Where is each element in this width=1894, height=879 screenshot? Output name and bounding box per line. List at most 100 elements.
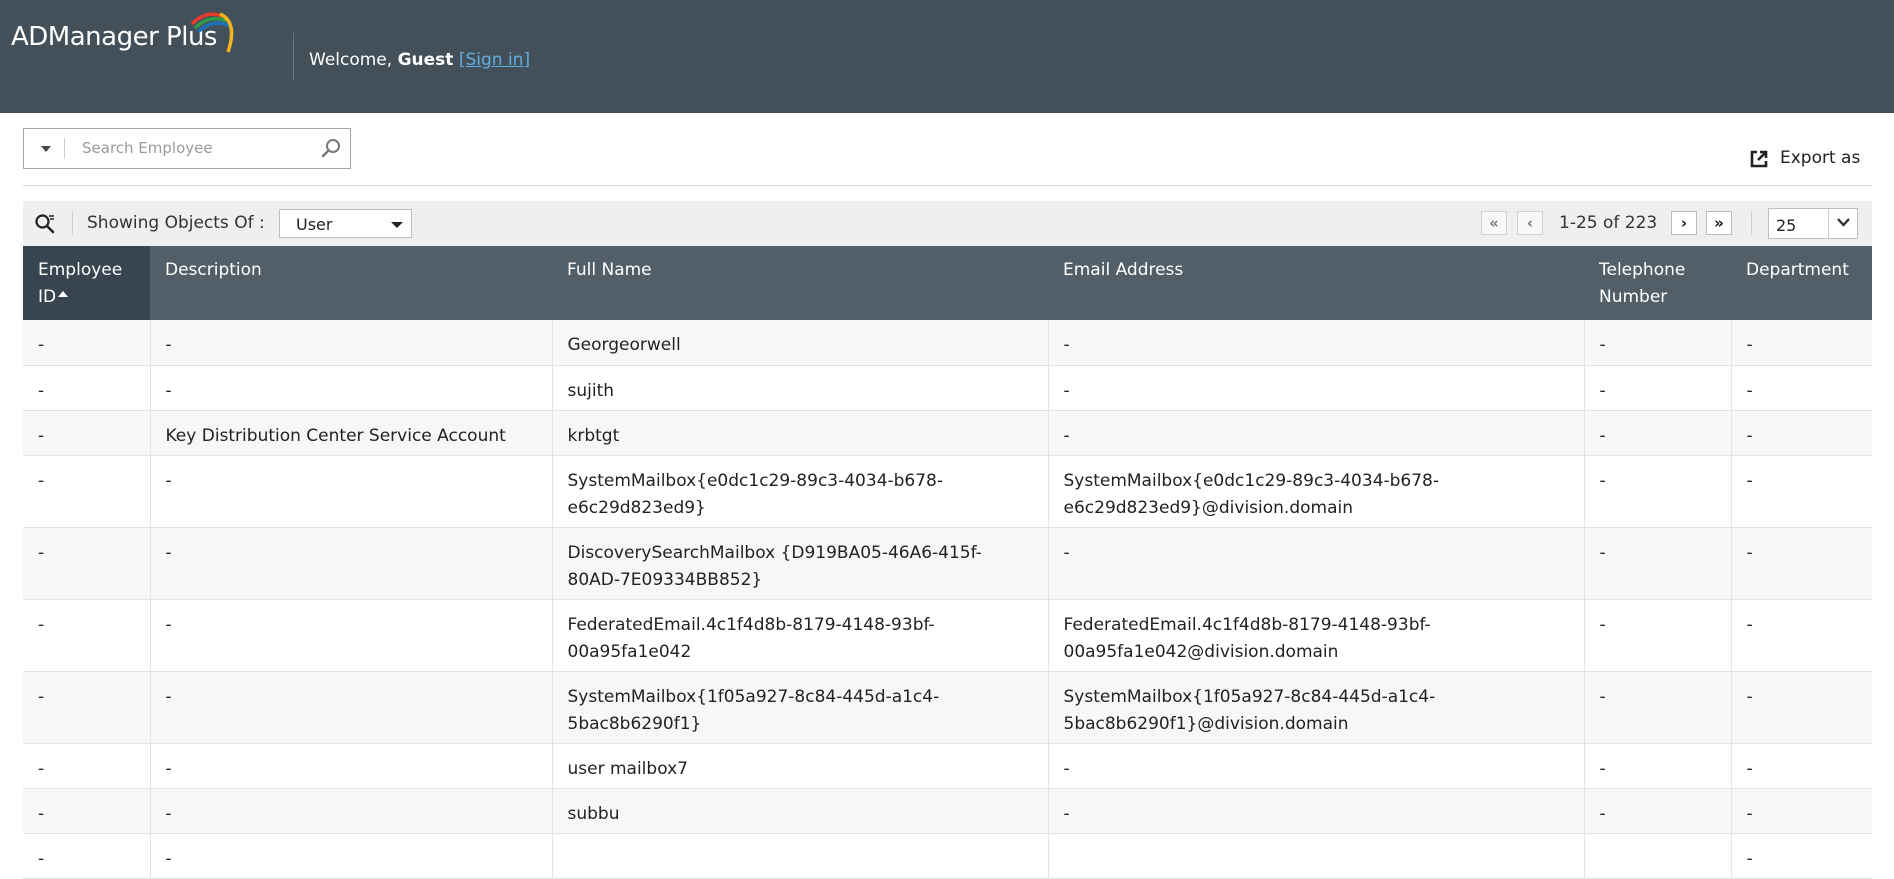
table-row[interactable]: - - -: [23, 833, 1872, 879]
column-label: Department: [1746, 260, 1849, 280]
cell-email-address: -: [1047, 320, 1584, 366]
employee-table: Employee ID Description Full Name Email …: [23, 246, 1872, 879]
cell-telephone: [1583, 833, 1731, 879]
table-row[interactable]: - Key Distribution Center Service Accoun…: [23, 410, 1872, 456]
column-label: Description: [165, 260, 262, 280]
column-header-description[interactable]: Description: [150, 246, 552, 320]
double-chevron-left-icon: «: [1489, 214, 1499, 232]
chevron-down-icon: [1837, 218, 1850, 227]
export-label: Export as: [1780, 148, 1861, 168]
cell-employee-id: -: [23, 410, 150, 456]
column-header-email-address[interactable]: Email Address: [1048, 246, 1584, 320]
section-divider: [23, 185, 1872, 186]
cell-employee-id: -: [23, 833, 150, 879]
search-divider: [64, 138, 65, 159]
cell-description: -: [149, 527, 552, 600]
column-header-employee-id[interactable]: Employee ID: [23, 246, 150, 320]
cell-department: -: [1730, 743, 1872, 789]
export-icon: [1750, 150, 1768, 168]
cell-description: -: [149, 320, 552, 366]
cell-description: -: [149, 599, 552, 672]
search-filter-icon[interactable]: [34, 213, 56, 235]
cell-description: -: [149, 743, 552, 789]
toolbar-divider: [1751, 211, 1752, 235]
cell-description: -: [149, 833, 552, 879]
cell-description: Key Distribution Center Service Account: [149, 410, 552, 456]
cell-telephone: -: [1583, 527, 1731, 600]
column-header-full-name[interactable]: Full Name: [552, 246, 1048, 320]
search-scope-dropdown[interactable]: [24, 129, 64, 168]
cell-employee-id: -: [23, 599, 150, 672]
cell-full-name: [551, 833, 1048, 879]
cell-email-address: -: [1047, 410, 1584, 456]
table-row[interactable]: - - Georgeorwell - - -: [23, 320, 1872, 366]
cell-employee-id: -: [23, 365, 150, 411]
table-row[interactable]: - - user mailbox7 - - -: [23, 743, 1872, 789]
table-row[interactable]: - - SystemMailbox{1f05a927-8c84-445d-a1c…: [23, 671, 1872, 744]
cell-telephone: -: [1583, 410, 1731, 456]
cell-full-name: SystemMailbox{e0dc1c29-89c3-4034-b678-e6…: [551, 455, 1048, 528]
table-row[interactable]: - - FederatedEmail.4c1f4d8b-8179-4148-93…: [23, 599, 1872, 672]
header-divider: [293, 33, 294, 80]
welcome-prefix: Welcome,: [309, 50, 393, 70]
column-header-telephone-number[interactable]: Telephone Number: [1584, 246, 1731, 320]
table-row[interactable]: - - SystemMailbox{e0dc1c29-89c3-4034-b67…: [23, 455, 1872, 528]
table-header-row: Employee ID Description Full Name Email …: [23, 246, 1872, 320]
cell-telephone: -: [1583, 365, 1731, 411]
column-label: Employee ID: [38, 260, 123, 307]
table-row[interactable]: - - DiscoverySearchMailbox {D919BA05-46A…: [23, 527, 1872, 600]
cell-full-name: Georgeorwell: [551, 320, 1048, 366]
cell-email-address: [1047, 833, 1584, 879]
cell-email-address: -: [1047, 527, 1584, 600]
sort-ascending-icon: [58, 291, 69, 297]
cell-employee-id: -: [23, 743, 150, 789]
cell-full-name: subbu: [551, 788, 1048, 834]
employee-search-input[interactable]: [82, 137, 302, 159]
cell-department: -: [1730, 671, 1872, 744]
cell-full-name: DiscoverySearchMailbox {D919BA05-46A6-41…: [551, 527, 1048, 600]
cell-telephone: -: [1583, 671, 1731, 744]
page-size-dropdown-button[interactable]: [1828, 209, 1858, 238]
cell-employee-id: -: [23, 671, 150, 744]
chevron-right-icon: ›: [1680, 214, 1688, 232]
rainbow-arc-icon: [190, 12, 234, 53]
page-size-select[interactable]: 25: [1768, 208, 1858, 239]
cell-employee-id: -: [23, 527, 150, 600]
table-row[interactable]: - - subbu - - -: [23, 788, 1872, 834]
cell-full-name: FederatedEmail.4c1f4d8b-8179-4148-93bf-0…: [551, 599, 1048, 672]
cell-telephone: -: [1583, 455, 1731, 528]
cell-telephone: -: [1583, 599, 1731, 672]
sign-in-link[interactable]: [Sign in]: [459, 50, 530, 70]
table-row[interactable]: - - sujith - - -: [23, 365, 1872, 411]
magnifier-icon[interactable]: [321, 138, 341, 158]
last-page-button[interactable]: »: [1706, 211, 1732, 235]
cell-email-address: FederatedEmail.4c1f4d8b-8179-4148-93bf-0…: [1047, 599, 1584, 672]
column-label: Email Address: [1063, 260, 1184, 280]
cell-telephone: -: [1583, 788, 1731, 834]
cell-full-name: sujith: [551, 365, 1048, 411]
cell-description: -: [149, 365, 552, 411]
object-type-select[interactable]: User: [279, 209, 412, 238]
showing-objects-label: Showing Objects Of :: [87, 213, 265, 233]
next-page-button[interactable]: ›: [1671, 211, 1697, 235]
caret-down-icon: [391, 222, 403, 228]
cell-department: -: [1730, 599, 1872, 672]
employee-search-box: [23, 128, 351, 169]
cell-email-address: SystemMailbox{e0dc1c29-89c3-4034-b678-e6…: [1047, 455, 1584, 528]
cell-description: -: [149, 671, 552, 744]
cell-telephone: -: [1583, 743, 1731, 789]
cell-employee-id: -: [23, 320, 150, 366]
cell-department: -: [1730, 455, 1872, 528]
prev-page-button[interactable]: ‹: [1517, 211, 1543, 235]
column-header-department[interactable]: Department: [1731, 246, 1872, 320]
cell-description: -: [149, 788, 552, 834]
welcome-message: Welcome, Guest [Sign in]: [309, 50, 530, 70]
toolbar-divider: [72, 211, 73, 235]
first-page-button[interactable]: «: [1481, 211, 1507, 235]
cell-email-address: -: [1047, 743, 1584, 789]
cell-email-address: -: [1047, 365, 1584, 411]
column-label: Telephone Number: [1599, 260, 1686, 307]
cell-description: -: [149, 455, 552, 528]
top-header: ADManager Plus Welcome, Guest [Sign in]: [0, 0, 1894, 113]
object-type-value: User: [296, 215, 333, 234]
